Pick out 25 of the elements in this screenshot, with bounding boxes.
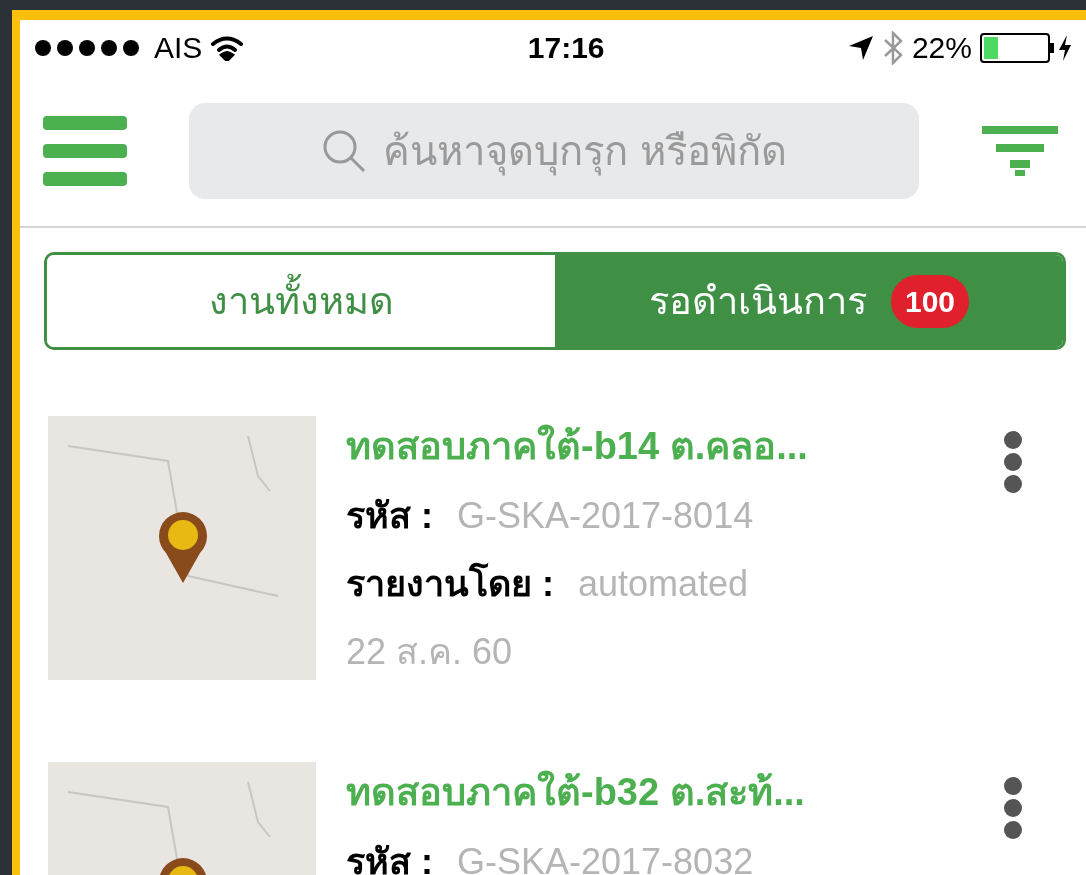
location-arrow-icon [847,34,874,61]
search-field[interactable]: ค้นหาจุดบุกรุก หรือพิกัด [189,102,919,199]
battery-percent: 22% [911,30,972,66]
code-value: G-SKA-2017-8014 [457,494,754,538]
filter-icon[interactable] [982,125,1058,176]
count-badge: 100 [890,274,970,328]
field-label: รหัส : [346,494,433,538]
more-options-icon[interactable] [1002,430,1024,494]
battery-icon [980,32,1072,63]
clock-time: 17:16 [527,30,605,66]
carrier-name: AIS [154,30,203,66]
report-date: 22 ส.ค. 60 [346,630,514,674]
menu-icon[interactable] [43,115,127,186]
more-options-icon[interactable] [1002,776,1024,840]
field-label: รายงานโดย : [346,561,554,606]
map-pin-icon [159,858,207,875]
item-title[interactable]: ทดสอบภาคใต้-b32 ต.สะท้... [346,764,946,821]
tab[interactable]: รอดำเนินการ 100 [555,255,1063,347]
code-value: G-SKA-2017-8032 [457,840,754,875]
item-title[interactable]: ทดสอบภาคใต้-b14 ต.คลอ... [346,418,946,475]
field-label: รหัส : [346,840,433,875]
reporter-value: automated [578,562,749,606]
wifi-icon [210,34,245,61]
map-pin-icon [159,512,207,583]
tab-label: รอดำเนินการ [648,278,867,324]
